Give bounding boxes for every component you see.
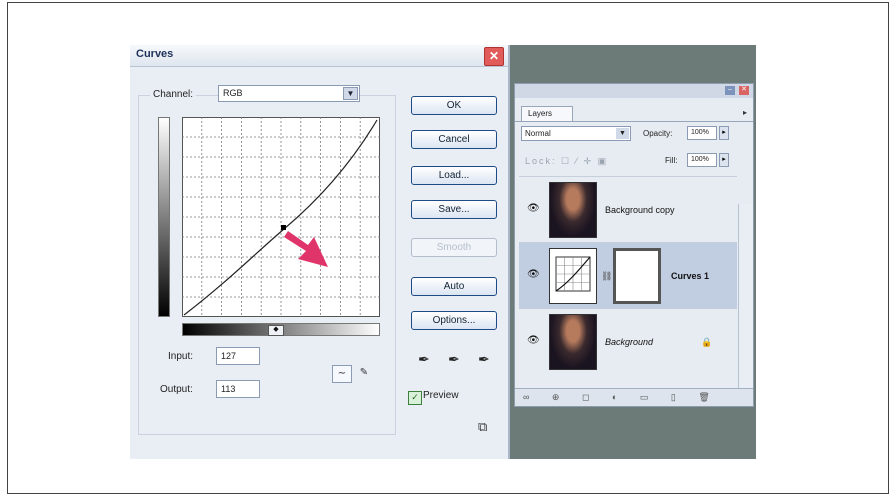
curve-grid-svg	[182, 117, 380, 317]
output-gradient-bar	[158, 117, 170, 317]
fill-field[interactable]: 100%	[687, 153, 717, 167]
expand-icon[interactable]: ⧉	[478, 419, 487, 435]
blend-mode-select[interactable]: Normal ▼	[521, 126, 631, 141]
photoshop-screenshot: Curves ✕ Channel: RGB ▼ ◆ Input: 127 Out…	[130, 45, 756, 459]
layer-name: Background	[605, 337, 654, 347]
channel-label: Channel:	[150, 89, 197, 100]
lock-controls[interactable]: Lock: ☐ ⁄ ✛ ▣	[525, 156, 608, 167]
input-label: Input:	[168, 351, 194, 362]
layers-bottom-toolbar[interactable]: ∞ ⊕ ◻ ◐ ▭ ▯ 🗑	[515, 388, 753, 406]
options-button[interactable]: Options...	[411, 311, 497, 330]
save-button[interactable]: Save...	[411, 200, 497, 219]
curve-tool-icon[interactable]: ∼	[332, 365, 352, 383]
ok-button[interactable]: OK	[411, 96, 497, 115]
eye-icon[interactable]: 👁	[527, 203, 540, 214]
layer-mask-thumbnail	[613, 248, 661, 304]
link-icon[interactable]: ⛓	[601, 271, 612, 282]
close-button[interactable]: ✕	[484, 47, 504, 66]
output-field[interactable]: 113	[216, 380, 260, 398]
input-field[interactable]: 127	[216, 347, 260, 365]
gray-eyedropper-icon[interactable]: ✒	[448, 351, 460, 368]
dialog-titlebar: Curves ✕	[130, 45, 508, 67]
fill-label: Fill:	[665, 156, 678, 165]
lock-label: Lock:	[525, 156, 557, 166]
curve-control-point[interactable]	[281, 225, 286, 230]
layers-scrollbar[interactable]	[738, 204, 753, 388]
layers-panel: – ✕ Layers ▸ Normal ▼ Opacity: 100% ▸ Lo…	[514, 83, 754, 407]
layer-name: Background copy	[605, 205, 675, 215]
output-label: Output:	[160, 384, 193, 395]
layer-row-background-copy[interactable]: 👁 Background copy	[519, 176, 737, 242]
black-eyedropper-icon[interactable]: ✒	[418, 351, 430, 368]
midtone-slider-handle[interactable]: ◆	[268, 325, 284, 336]
channel-value: RGB	[223, 88, 243, 98]
blend-mode-value: Normal	[525, 129, 551, 138]
chevron-down-icon[interactable]: ▼	[343, 87, 358, 100]
layer-thumbnail	[549, 314, 597, 370]
opacity-field[interactable]: 100%	[687, 126, 717, 140]
white-eyedropper-icon[interactable]: ✒	[478, 351, 490, 368]
tab-strip	[515, 121, 753, 122]
opacity-label: Opacity:	[643, 129, 673, 138]
preview-checkbox[interactable]: ✓	[408, 391, 422, 405]
auto-button[interactable]: Auto	[411, 277, 497, 296]
chevron-down-icon[interactable]: ▼	[616, 128, 629, 139]
layer-row-curves-1[interactable]: 👁 ⛓ Curves 1	[519, 242, 737, 308]
minimize-icon[interactable]: –	[725, 86, 735, 95]
curves-adjustment-icon	[549, 248, 597, 304]
layer-name: Curves 1	[671, 271, 710, 281]
fill-arrow-icon[interactable]: ▸	[719, 153, 729, 167]
cancel-button[interactable]: Cancel	[411, 130, 497, 149]
close-icon[interactable]: ✕	[739, 86, 749, 95]
tab-layers[interactable]: Layers	[521, 106, 573, 121]
pencil-icon[interactable]: ✎	[354, 365, 374, 383]
curve-thumbnail-graphic	[555, 256, 591, 292]
eye-icon[interactable]: 👁	[527, 335, 540, 346]
lock-icon: 🔒	[701, 337, 713, 347]
panel-menu-icon[interactable]: ▸	[743, 108, 747, 117]
layer-thumbnail	[549, 182, 597, 238]
curve-graph[interactable]	[182, 117, 380, 317]
eye-icon[interactable]: 👁	[527, 269, 540, 280]
layer-row-background[interactable]: 👁 Background 🔒	[519, 308, 737, 374]
smooth-button[interactable]: Smooth	[411, 238, 497, 257]
preview-label: Preview	[423, 390, 459, 401]
curves-dialog: Curves ✕ Channel: RGB ▼ ◆ Input: 127 Out…	[130, 45, 510, 459]
opacity-arrow-icon[interactable]: ▸	[719, 126, 729, 140]
channel-select[interactable]: RGB ▼	[218, 85, 360, 102]
dialog-title: Curves	[136, 48, 174, 60]
panel-titlebar: – ✕	[515, 84, 753, 98]
load-button[interactable]: Load...	[411, 166, 497, 185]
